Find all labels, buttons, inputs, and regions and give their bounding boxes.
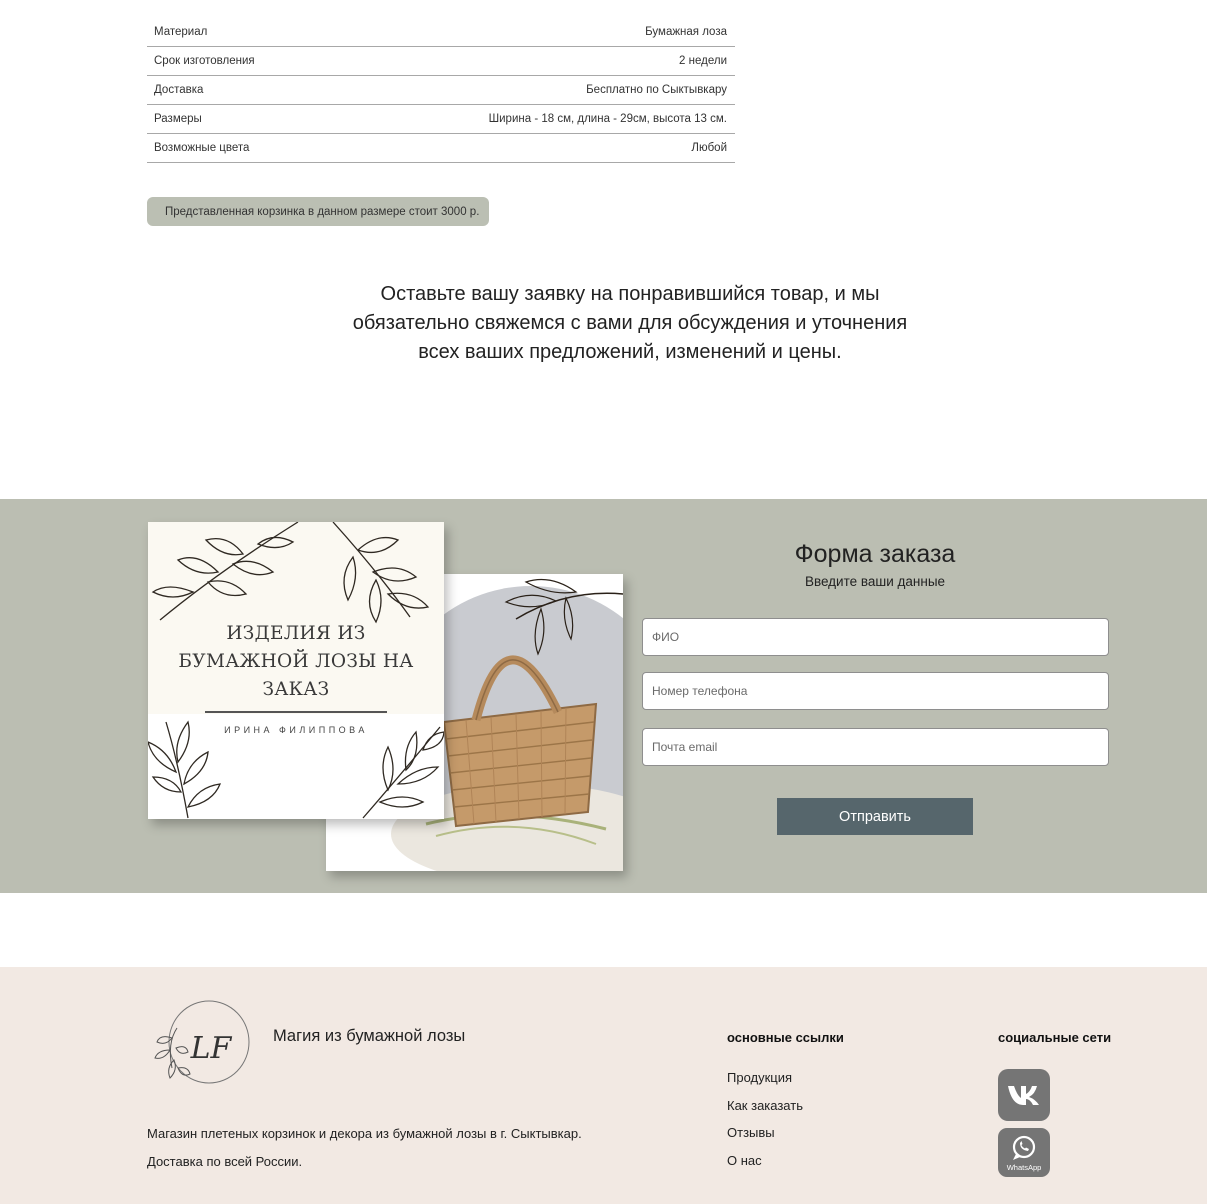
order-form-subtitle: Введите ваши данные bbox=[804, 574, 946, 589]
spec-row-material: Материал Бумажная лоза bbox=[147, 17, 735, 47]
spec-value: Ширина - 18 см, длина - 29см, высота 13 … bbox=[488, 113, 727, 125]
footer-link-about[interactable]: О нас bbox=[727, 1149, 803, 1177]
phone-field[interactable] bbox=[642, 672, 1109, 710]
spec-label: Возможные цвета bbox=[154, 142, 250, 154]
spec-value: 2 недели bbox=[679, 55, 727, 67]
links-heading: основные ссылки bbox=[727, 1030, 844, 1045]
promo-card: ИЗДЕЛИЯ ИЗ БУМАЖНОЙ ЛОЗЫ НА ЗАКАЗ ИРИНА … bbox=[148, 522, 444, 819]
about-line: Магазин плетеных корзинок и декора из бу… bbox=[147, 1126, 582, 1141]
promo-title-line: ИЗДЕЛИЯ ИЗ bbox=[226, 623, 366, 644]
spec-value: Бесплатно по Сыктывкару bbox=[586, 84, 727, 96]
vk-icon bbox=[1008, 1086, 1039, 1105]
social-heading: социальные сети bbox=[998, 1030, 1112, 1045]
promo-card-title: ИЗДЕЛИЯ ИЗ БУМАЖНОЙ ЛОЗЫ НА ЗАКАЗ bbox=[148, 620, 444, 704]
promo-title-line: БУМАЖНОЙ ЛОЗЫ НА bbox=[178, 651, 414, 672]
submit-button[interactable]: Отправить bbox=[777, 798, 973, 835]
promo-card-author: ИРИНА ФИЛИППОВА bbox=[224, 725, 368, 735]
spec-row-sizes: Размеры Ширина - 18 см, длина - 29см, вы… bbox=[147, 105, 735, 134]
lead-line: всех ваших предложений, изменений и цены… bbox=[418, 341, 842, 363]
whatsapp-button[interactable]: WhatsApp bbox=[998, 1128, 1050, 1177]
spec-table: Материал Бумажная лоза Срок изготовления… bbox=[147, 17, 735, 163]
spec-label: Материал bbox=[154, 25, 208, 38]
about-line: Доставка по всей России. bbox=[147, 1154, 303, 1169]
spec-row-colors: Возможные цвета Любой bbox=[147, 134, 735, 163]
promo-title-line: ЗАКАЗ bbox=[262, 679, 330, 700]
spec-row-delivery: Доставка Бесплатно по Сыктывкару bbox=[147, 76, 735, 105]
brand-logo[interactable]: LF bbox=[152, 998, 256, 1088]
spec-value: Бумажная лоза bbox=[645, 25, 727, 38]
logo-monogram: LF bbox=[190, 1031, 233, 1066]
spec-row-production-time: Срок изготовления 2 недели bbox=[147, 47, 735, 76]
brand-name: Магия из бумажной лозы bbox=[273, 1027, 466, 1045]
order-form-title: Форма заказа bbox=[794, 540, 956, 568]
spec-value: Любой bbox=[691, 142, 727, 154]
whatsapp-icon: WhatsApp bbox=[1007, 1135, 1042, 1172]
footer-links: Продукция Как заказать Отзывы О нас bbox=[727, 1066, 803, 1176]
footer-link-how-to-order[interactable]: Как заказать bbox=[727, 1094, 803, 1122]
spec-label: Доставка bbox=[154, 84, 204, 96]
footer-link-products[interactable]: Продукция bbox=[727, 1066, 803, 1094]
whatsapp-label: WhatsApp bbox=[1007, 1163, 1042, 1172]
lead-text: Оставьте вашу заявку на понравившийся то… bbox=[320, 280, 940, 367]
lead-line: обязательно свяжемся с вами для обсужден… bbox=[352, 312, 908, 334]
name-field[interactable] bbox=[642, 618, 1109, 656]
footer-about: Магазин плетеных корзинок и декора из бу… bbox=[147, 1120, 617, 1176]
lead-line: Оставьте вашу заявку на понравившийся то… bbox=[380, 283, 880, 305]
vk-button[interactable] bbox=[998, 1069, 1050, 1121]
email-field[interactable] bbox=[642, 728, 1109, 766]
spec-label: Размеры bbox=[154, 113, 202, 125]
footer-link-reviews[interactable]: Отзывы bbox=[727, 1121, 803, 1149]
promo-card-divider bbox=[205, 711, 387, 713]
price-note: Представленная корзинка в данном размере… bbox=[147, 197, 489, 226]
spec-label: Срок изготовления bbox=[154, 55, 255, 67]
